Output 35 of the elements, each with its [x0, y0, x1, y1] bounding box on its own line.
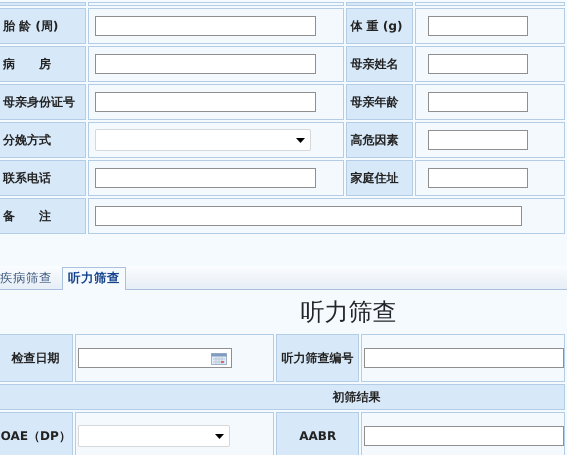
caret-icon: [215, 434, 224, 439]
input-field[interactable]: [94, 168, 316, 188]
field-label: 母亲身份证号: [0, 84, 86, 120]
field-label: 备 注: [0, 198, 86, 234]
field-label: 体 重 (g): [346, 8, 413, 44]
input-field[interactable]: [428, 54, 528, 74]
input-field[interactable]: [364, 426, 564, 446]
field-label: OAE（DP）: [0, 412, 74, 455]
field-label: 检查日期: [0, 334, 74, 382]
input-field[interactable]: [428, 92, 528, 112]
field-label: 听力筛查编号: [276, 334, 359, 382]
field-label: 高危因素: [346, 122, 413, 158]
field-label: 家庭住址: [346, 160, 413, 196]
field-label: 胎 龄 (周): [0, 8, 86, 44]
field-label: AABR: [276, 412, 359, 455]
input-field[interactable]: [428, 130, 528, 150]
section-title: 听力筛查: [300, 297, 398, 328]
calendar-icon[interactable]: [211, 353, 228, 365]
input-field[interactable]: [94, 54, 316, 74]
input-field[interactable]: [428, 168, 528, 188]
field-label: 病 房: [0, 46, 86, 82]
field-label: 联系电话: [0, 160, 86, 196]
input-field[interactable]: [94, 16, 316, 36]
input-field[interactable]: [428, 16, 528, 36]
input-field[interactable]: [94, 92, 316, 112]
field-label: 母亲年龄: [346, 84, 413, 120]
input-field[interactable]: [94, 206, 522, 226]
input-field[interactable]: [364, 348, 564, 368]
tab[interactable]: 听力筛查: [62, 267, 126, 290]
date-field[interactable]: [78, 348, 232, 368]
field-label: 分娩方式: [0, 122, 86, 158]
tab[interactable]: 疾病筛查: [0, 267, 58, 289]
caret-icon: [296, 138, 305, 143]
field-label: 母亲姓名: [346, 46, 413, 82]
section-heading: 初筛结果: [331, 390, 380, 404]
